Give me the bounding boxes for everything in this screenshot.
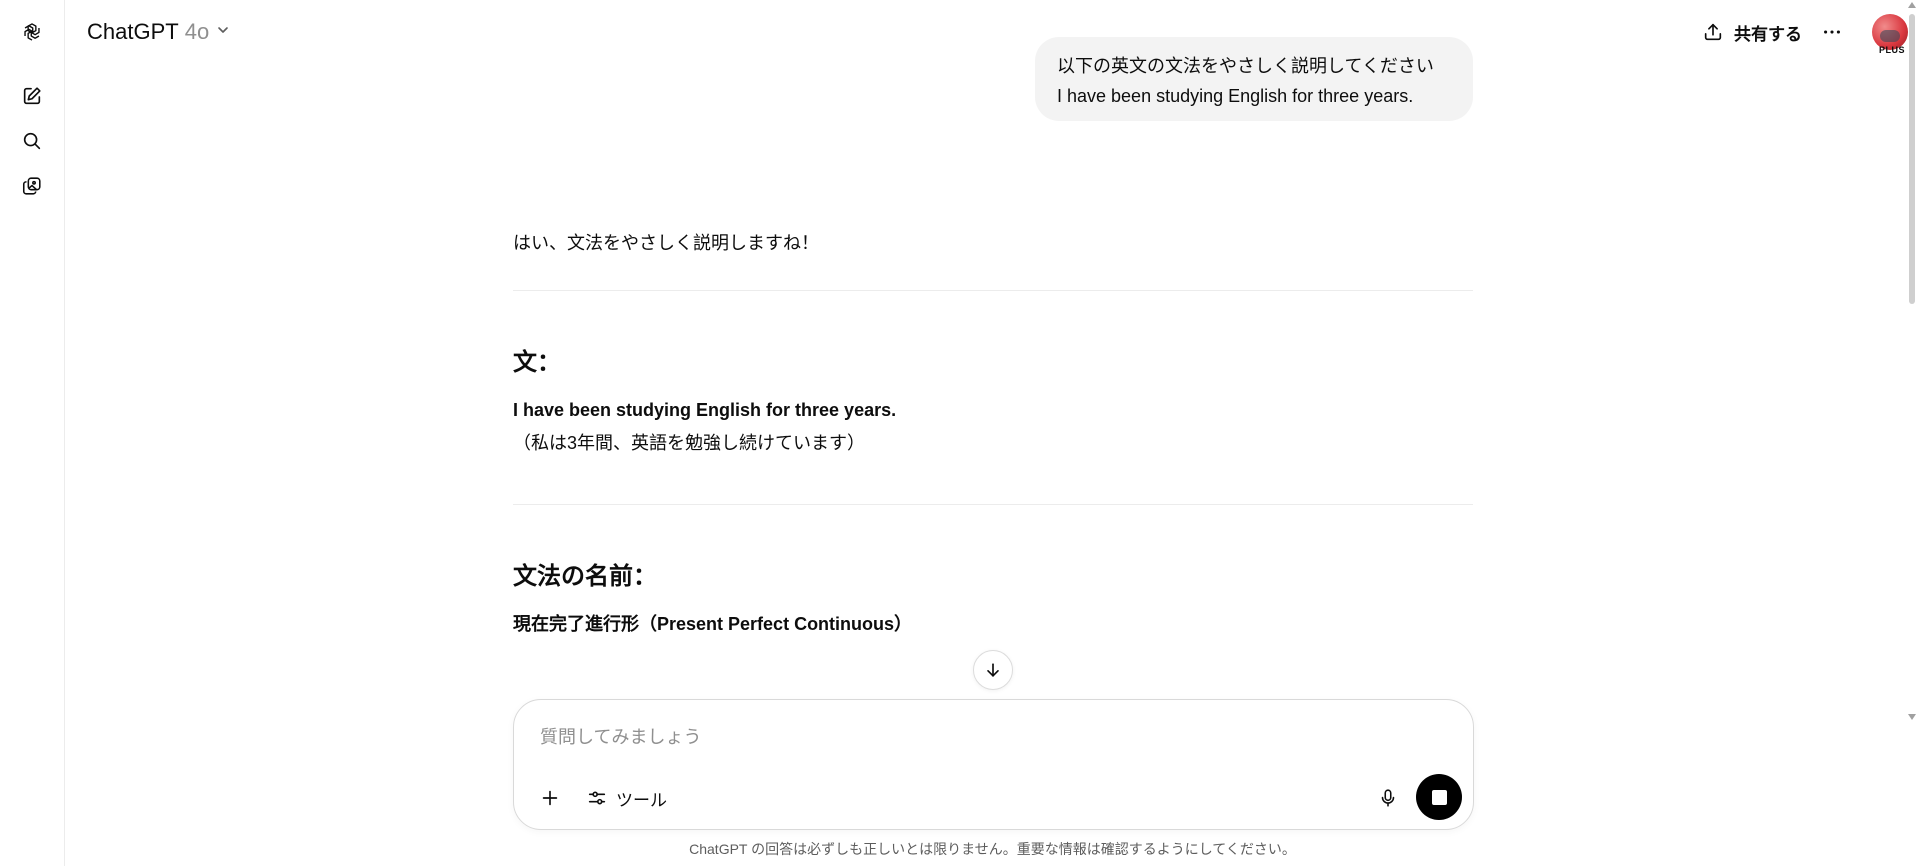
sentence-translation: （私は3年間、英語を勉強し続けています） — [513, 433, 866, 453]
model-version: 4o — [184, 19, 210, 44]
add-attachment-button[interactable] — [532, 780, 568, 816]
assistant-message: はい、文法をやさしく説明しますね！ 文： I have been studyin… — [513, 228, 1473, 641]
scroll-up-arrow-icon[interactable] — [1908, 2, 1916, 8]
composer: ツール — [513, 699, 1474, 830]
scrollbar-thumb[interactable] — [1909, 14, 1915, 304]
model-picker[interactable]: ChatGPT 4o — [87, 16, 231, 48]
share-icon — [1704, 23, 1722, 41]
search-icon — [23, 132, 41, 150]
prompt-input[interactable] — [540, 722, 1420, 752]
left-rail — [0, 0, 65, 866]
new-chat-button[interactable] — [14, 78, 50, 114]
scrollbar[interactable] — [1904, 0, 1919, 730]
new-chat-icon — [23, 87, 41, 105]
model-name: ChatGPT — [87, 19, 179, 44]
more-options-button[interactable] — [1814, 14, 1850, 50]
image-library-button[interactable] — [14, 168, 50, 204]
share-button[interactable]: 共有する — [1694, 14, 1810, 50]
dictation-button[interactable] — [1370, 780, 1406, 816]
stop-icon — [1431, 789, 1447, 805]
disclaimer: ChatGPT の回答は必ずしも正しいとは限りません。重要な情報は確認するように… — [689, 841, 1296, 857]
scroll-down-arrow-icon[interactable] — [1908, 714, 1916, 720]
tools-button[interactable]: ツール — [578, 780, 675, 816]
more-horizontal-icon — [1824, 30, 1840, 34]
openai-logo-icon — [24, 23, 40, 41]
sliders-icon — [588, 791, 606, 805]
microphone-icon — [1381, 789, 1395, 807]
section-heading: 文： — [513, 349, 561, 376]
openai-logo-button[interactable] — [14, 14, 50, 50]
user-message-line: 以下の英文の文法をやさしく説明してください — [1057, 56, 1434, 76]
example-sentence: I have been studying English for three y… — [513, 400, 897, 420]
assistant-intro: はい、文法をやさしく説明しますね！ — [513, 233, 819, 253]
section-heading: 文法の名前： — [513, 563, 657, 590]
user-message-bubble: 以下の英文の文法をやさしく説明してください I have been studyi… — [1035, 37, 1473, 121]
scroll-to-bottom-button[interactable] — [973, 650, 1013, 690]
share-label: 共有する — [1734, 24, 1802, 44]
tools-label: ツール — [616, 790, 667, 810]
grammar-name: 現在完了進行形（Present Perfect Continuous） — [513, 614, 913, 634]
image-library-icon — [22, 177, 41, 195]
user-message-line: I have been studying English for three y… — [1057, 86, 1414, 106]
plus-icon — [542, 790, 558, 806]
stop-button[interactable] — [1416, 774, 1462, 820]
arrow-down-icon — [987, 663, 999, 677]
chevron-down-icon — [215, 22, 231, 43]
search-button[interactable] — [14, 123, 50, 159]
plan-badge: PLUS — [1879, 45, 1906, 55]
